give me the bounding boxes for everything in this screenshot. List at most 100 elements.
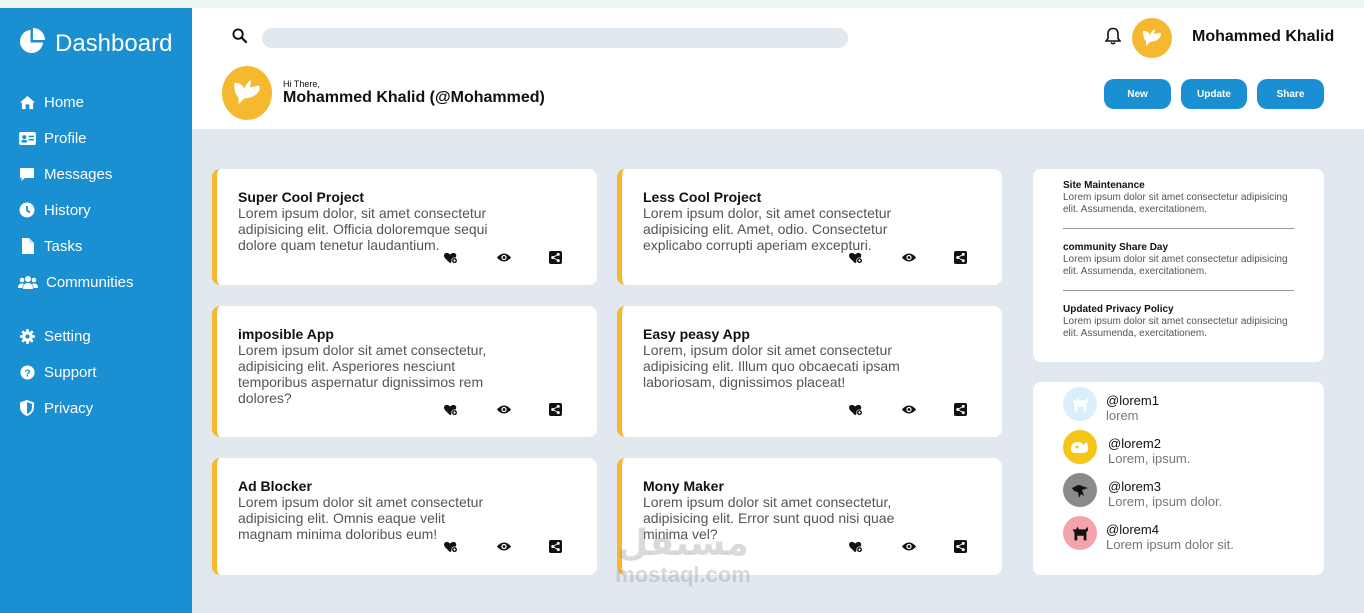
like-icon[interactable] [443, 540, 459, 554]
user-handle: @lorem1 [1106, 393, 1159, 408]
dog-icon [1072, 397, 1089, 412]
greeting-small: Hi There, [283, 79, 320, 89]
announcement-title: Updated Privacy Policy [1063, 304, 1174, 315]
share-icon[interactable] [954, 403, 967, 416]
project-card[interactable]: Easy peasy App Lorem, ipsum dolor sit ame… [617, 306, 1002, 437]
sidebar-item-history[interactable]: History [18, 201, 91, 219]
view-icon[interactable] [496, 541, 512, 552]
announcement-body: Lorem ipsum dolor sit amet consectetur a… [1063, 254, 1288, 277]
like-icon[interactable] [848, 540, 864, 554]
like-icon[interactable] [848, 251, 864, 265]
project-card[interactable]: Ad Blocker Lorem ipsum dolor sit amet con… [212, 458, 597, 575]
share-icon[interactable] [549, 251, 562, 264]
brand-title: Dashboard [55, 30, 173, 57]
search-icon[interactable] [232, 28, 248, 48]
id-card-icon [18, 129, 36, 147]
share-icon[interactable] [954, 540, 967, 553]
project-description: Lorem ipsum dolor sit amet consectetur a… [238, 494, 484, 542]
greeting-name: Mohammed Khalid (@Mohammed) [283, 89, 545, 106]
sidebar-item-support[interactable]: ? Support [18, 363, 97, 381]
profile-avatar [222, 66, 272, 120]
project-card[interactable]: imposible App Lorem ipsum dolor sit amet … [212, 306, 597, 437]
dove-icon [234, 80, 260, 105]
avatar[interactable] [1132, 18, 1172, 58]
sidebar-item-home[interactable]: Home [18, 93, 84, 111]
user-bio: Lorem ipsum dolor sit. [1106, 537, 1234, 552]
announcements-panel: Site Maintenance Lorem ipsum dolor sit a… [1033, 169, 1324, 362]
user-handle: @lorem4 [1106, 522, 1159, 537]
list-item[interactable]: @lorem4 Lorem ipsum dolor sit. [1063, 516, 1234, 552]
message-icon [18, 165, 36, 183]
sidebar-item-label: Communities [46, 273, 134, 291]
sidebar-item-privacy[interactable]: Privacy [18, 399, 93, 417]
view-icon[interactable] [901, 541, 917, 552]
project-title: Less Cool Project [643, 189, 762, 205]
list-item[interactable]: @lorem2 Lorem, ipsum. [1063, 430, 1190, 466]
dove-icon [1143, 29, 1161, 46]
project-card[interactable]: Super Cool Project Lorem ipsum dolor, sit… [212, 169, 597, 285]
project-title: Super Cool Project [238, 189, 365, 205]
share-button[interactable]: Share [1257, 79, 1324, 109]
top-strip [0, 0, 1364, 8]
pie-chart-icon [18, 28, 45, 60]
view-icon[interactable] [496, 404, 512, 415]
cat-icon [1071, 442, 1089, 453]
list-item[interactable]: @lorem3 Lorem, ipsum dolor. [1063, 473, 1222, 509]
bell-icon[interactable] [1104, 27, 1122, 50]
sidebar-item-label: Home [44, 93, 85, 111]
divider [1063, 290, 1294, 291]
sidebar-item-profile[interactable]: Profile [18, 129, 87, 147]
users-icon [18, 273, 38, 291]
sidebar-item-messages[interactable]: Messages [18, 165, 112, 183]
like-icon[interactable] [443, 251, 459, 265]
view-icon[interactable] [901, 404, 917, 415]
sidebar-item-communities[interactable]: Communities [18, 273, 134, 291]
like-icon[interactable] [443, 403, 459, 417]
announcement-title: Site Maintenance [1063, 180, 1145, 191]
project-title: Easy peasy App [643, 326, 750, 342]
share-icon[interactable] [549, 403, 562, 416]
watermark-arabic: مستقل [617, 523, 749, 564]
sidebar-item-label: Messages [44, 165, 113, 183]
brand[interactable]: Dashboard [18, 28, 172, 60]
sidebar-item-setting[interactable]: Setting [18, 327, 91, 345]
project-description: Lorem ipsum dolor sit amet consectetur, … [238, 342, 487, 406]
user-bio: Lorem, ipsum. [1108, 451, 1191, 466]
sidebar-item-label: Profile [44, 129, 87, 147]
avatar [1063, 473, 1097, 507]
sidebar: Dashboard Home Profile Messages History … [0, 8, 192, 613]
user-name: Mohammed Khalid [1192, 28, 1335, 45]
question-icon: ? [18, 363, 36, 381]
project-title: Mony Maker [643, 478, 724, 494]
project-description: Lorem ipsum dolor, sit amet consectetur … [643, 205, 892, 253]
update-button[interactable]: Update [1181, 79, 1247, 109]
watermark-latin: mostaql.com [615, 562, 751, 587]
clock-icon [18, 201, 36, 219]
project-description: Lorem ipsum dolor, sit amet consectetur … [238, 205, 488, 253]
list-item[interactable]: @lorem1 lorem [1063, 387, 1159, 423]
home-icon [18, 93, 36, 111]
announcement: community Share Day Lorem ipsum dolor si… [1063, 242, 1295, 278]
sidebar-item-label: Privacy [44, 399, 94, 417]
shield-icon [18, 399, 36, 417]
sidebar-item-label: Tasks [44, 237, 83, 255]
gear-icon [18, 327, 36, 345]
search-input[interactable] [262, 28, 848, 48]
project-title: imposible App [238, 326, 334, 342]
avatar [1063, 516, 1097, 550]
users-panel: @lorem1 lorem @lorem2 Lorem, ipsum. @lor… [1033, 382, 1324, 575]
file-icon [18, 237, 36, 255]
project-title: Ad Blocker [238, 478, 312, 494]
divider [1063, 228, 1294, 229]
view-icon[interactable] [901, 252, 917, 263]
view-icon[interactable] [496, 252, 512, 263]
announcement: Updated Privacy Policy Lorem ipsum dolor… [1063, 304, 1295, 340]
svg-text:?: ? [24, 368, 30, 379]
new-button[interactable]: New [1104, 79, 1171, 109]
like-icon[interactable] [848, 403, 864, 417]
sidebar-item-tasks[interactable]: Tasks [18, 237, 82, 255]
share-icon[interactable] [954, 251, 967, 264]
project-card[interactable]: Less Cool Project Lorem ipsum dolor, sit … [617, 169, 1002, 285]
share-icon[interactable] [549, 540, 562, 553]
sidebar-item-label: History [44, 201, 91, 219]
